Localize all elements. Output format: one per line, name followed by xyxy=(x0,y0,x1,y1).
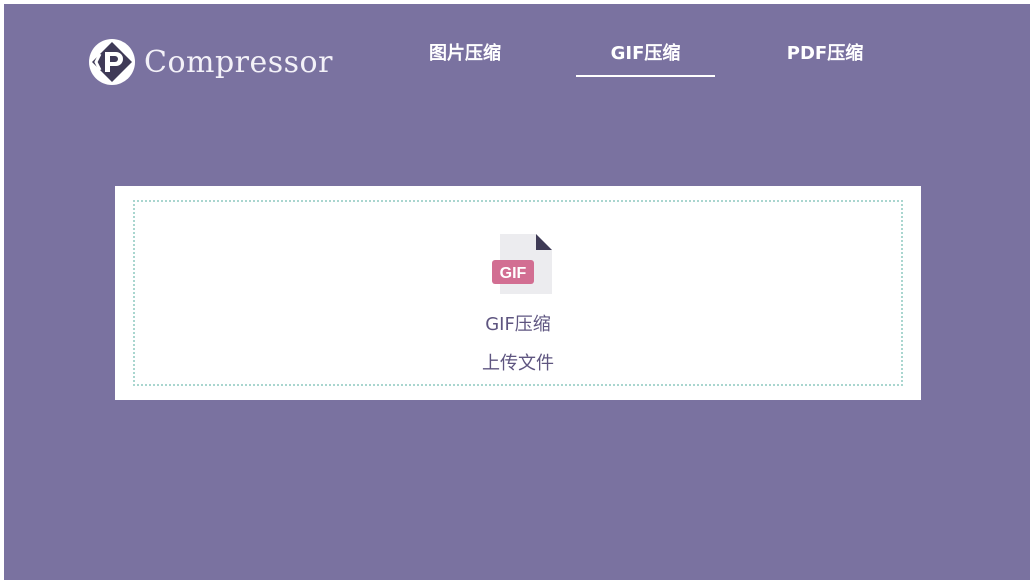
upload-drop-zone[interactable]: GIF GIF压缩 上传文件 xyxy=(133,200,903,386)
upload-title: GIF压缩 xyxy=(485,314,551,335)
nav-image-compress[interactable]: 图片压缩 xyxy=(420,40,510,80)
nav-pdf-compress[interactable]: PDF压缩 xyxy=(780,40,870,80)
file-badge-text: GIF xyxy=(500,265,527,282)
compressor-logo-icon xyxy=(89,39,135,85)
nav-gif-compress[interactable]: GIF压缩 xyxy=(576,40,715,80)
brand-logo[interactable]: Compressor xyxy=(88,38,333,86)
brand-name: Compressor xyxy=(144,44,333,80)
upload-card: GIF GIF压缩 上传文件 xyxy=(115,186,921,400)
upload-file-button[interactable]: 上传文件 xyxy=(135,349,901,375)
app-window: Compressor 图片压缩 GIF压缩 PDF压缩 GIF GIF压缩 上传… xyxy=(4,4,1030,580)
gif-file-icon: GIF xyxy=(492,234,552,294)
